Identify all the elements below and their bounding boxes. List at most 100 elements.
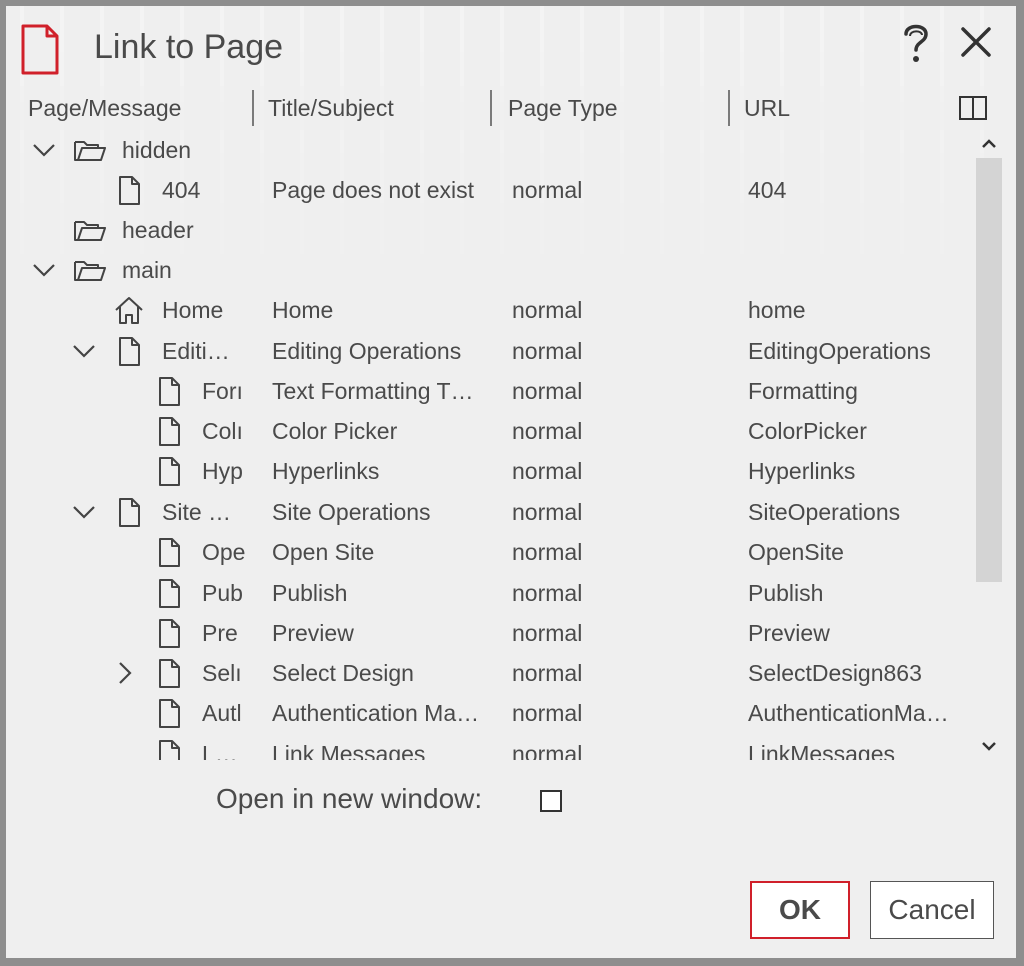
chevron-right-icon[interactable] — [110, 653, 138, 693]
tree-row[interactable]: hidden — [18, 130, 974, 170]
folder-icon — [74, 141, 106, 161]
page-name: Home — [162, 297, 224, 323]
page-url-cell: OpenSite — [748, 539, 844, 565]
chevron-down-icon[interactable] — [70, 331, 98, 371]
page-title-cell: Publish — [272, 580, 348, 606]
column-title-subject[interactable]: Title/Subject — [258, 86, 494, 130]
folder-icon — [74, 221, 106, 241]
page-title-cell: Link Messages — [272, 741, 426, 760]
page-name: Ope — [202, 539, 246, 565]
page-url-cell: Formatting — [748, 378, 858, 404]
tree-row[interactable]: Home Home normal home — [18, 290, 974, 330]
tree-row[interactable]: 404 Page does not exist normal 404 — [18, 170, 974, 210]
chevron-down-icon[interactable] — [30, 130, 58, 170]
page-type-cell: normal — [512, 539, 583, 565]
page-name: main — [122, 257, 172, 283]
page-icon — [159, 659, 180, 688]
tree-row[interactable]: Editi… Editing Operations normal EditingOpe… — [18, 331, 974, 371]
page-name: Site … — [162, 499, 232, 525]
tree-row[interactable]: Autl Authentication Ma… normal Authenticati… — [18, 693, 974, 733]
page-type-cell: normal — [512, 700, 583, 726]
page-name: L… — [202, 741, 238, 760]
scroll-down-icon[interactable] — [974, 732, 1004, 760]
vertical-scrollbar[interactable] — [974, 130, 1004, 760]
page-icon — [159, 457, 180, 486]
scroll-up-icon[interactable] — [974, 130, 1004, 158]
page-url-cell: Hyperlinks — [748, 458, 856, 484]
close-icon[interactable] — [958, 24, 994, 60]
cancel-button[interactable]: Cancel — [870, 881, 994, 939]
page-url-cell: Publish — [748, 580, 824, 606]
page-title-cell: Editing Operations — [272, 338, 462, 364]
link-to-page-dialog: Link to Page Page/Message Title/Subject … — [6, 6, 1016, 958]
page-name: Pub — [202, 580, 243, 606]
tree-row[interactable]: Selı Select Design normal SelectDesign863 — [18, 653, 974, 693]
help-icon[interactable] — [896, 20, 936, 66]
tree-row[interactable]: Ope Open Site normal OpenSite — [18, 532, 974, 572]
column-page-message[interactable]: Page/Message — [18, 86, 254, 130]
column-separator[interactable] — [252, 90, 254, 126]
tree-row[interactable]: Pre Preview normal Preview — [18, 613, 974, 653]
tree-row[interactable]: L… Link Messages normal LinkMessages — [18, 734, 974, 760]
page-icon — [159, 740, 180, 760]
column-url[interactable]: URL — [734, 86, 954, 130]
document-icon — [21, 24, 59, 75]
tree-row[interactable]: main — [18, 250, 974, 290]
page-type-cell: normal — [512, 177, 583, 203]
tree-row[interactable]: Forı Text Formatting T… normal Formatting — [18, 371, 974, 411]
page-name: Hyp — [202, 458, 243, 484]
page-title-cell: Color Picker — [272, 418, 398, 444]
tree-row[interactable]: Colı Color Picker normal ColorPicker — [18, 411, 974, 451]
page-type-cell: normal — [512, 418, 583, 444]
page-type-cell: normal — [512, 499, 583, 525]
page-name: header — [122, 217, 194, 243]
page-name: Selı — [202, 660, 242, 686]
page-name: Editi… — [162, 338, 230, 364]
column-header: Page/Message Title/Subject Page Type URL — [18, 86, 1006, 130]
page-title-cell: Select Design — [272, 660, 414, 686]
page-name: 404 — [162, 177, 201, 203]
page-title-cell: Text Formatting T… — [272, 378, 474, 404]
page-icon — [159, 377, 180, 406]
page-title-cell: Page does not exist — [272, 177, 475, 203]
page-title-cell: Open Site — [272, 539, 375, 565]
page-url-cell: LinkMessages — [748, 741, 896, 760]
page-name: Forı — [202, 378, 243, 404]
scrollbar-thumb[interactable] — [976, 158, 1002, 582]
page-url-cell: SelectDesign863 — [748, 660, 922, 686]
open-new-window-checkbox[interactable] — [540, 790, 562, 812]
tree-row[interactable]: header — [18, 210, 974, 250]
page-name: Autl — [202, 700, 242, 726]
column-separator[interactable] — [728, 90, 730, 126]
ok-button[interactable]: OK — [750, 881, 850, 939]
page-icon — [159, 538, 180, 567]
page-url-cell: Preview — [748, 620, 830, 646]
open-new-window-label: Open in new window: — [216, 783, 483, 814]
tree-row[interactable]: Site … Site Operations normal SiteOperation… — [18, 492, 974, 532]
page-name: Colı — [202, 418, 243, 444]
home-icon — [115, 297, 143, 324]
page-type-cell: normal — [512, 378, 583, 404]
page-title-cell: Site Operations — [272, 499, 431, 525]
chevron-down-icon[interactable] — [70, 492, 98, 532]
page-icon — [159, 417, 180, 446]
page-url-cell: EditingOperations — [748, 338, 931, 364]
page-url-cell: 404 — [748, 177, 787, 203]
tree-row[interactable]: Hyp Hyperlinks normal Hyperlinks — [18, 451, 974, 491]
page-icon — [159, 579, 180, 608]
column-separator[interactable] — [490, 90, 492, 126]
page-icon — [119, 176, 140, 205]
page-title-cell: Home — [272, 297, 334, 323]
column-page-type[interactable]: Page Type — [498, 86, 734, 130]
page-title-cell: Preview — [272, 620, 354, 646]
chevron-down-icon[interactable] — [30, 250, 58, 290]
page-type-cell: normal — [512, 458, 583, 484]
page-icon — [159, 699, 180, 728]
page-url-cell: SiteOperations — [748, 499, 901, 525]
folder-icon — [74, 261, 106, 281]
columns-icon[interactable] — [958, 95, 988, 121]
tree-row[interactable]: Pub Publish normal Publish — [18, 573, 974, 613]
page-icon — [159, 619, 180, 648]
page-name: hidden — [122, 137, 192, 163]
page-title-cell: Authentication Ma… — [272, 700, 480, 726]
